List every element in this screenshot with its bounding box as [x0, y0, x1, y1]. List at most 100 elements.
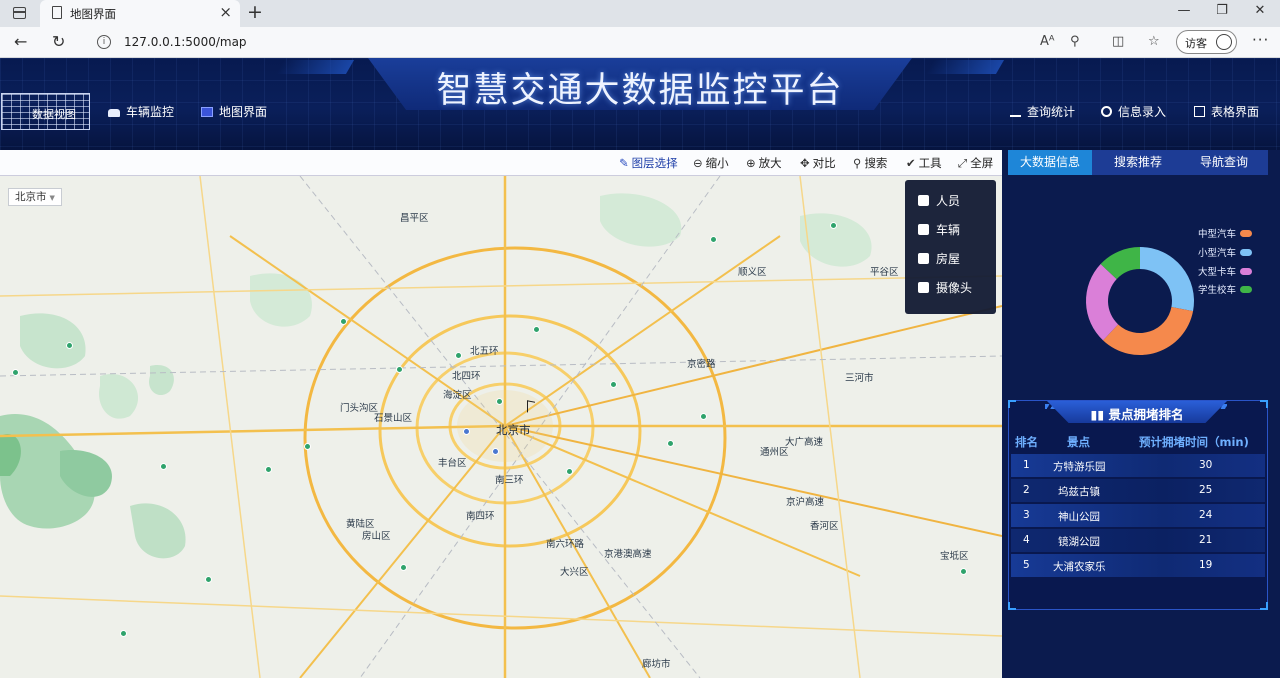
map-label: 三河市 [845, 373, 874, 384]
map-label: 昌平区 [400, 213, 429, 224]
poi-marker[interactable] [66, 342, 73, 349]
poi-marker[interactable] [455, 352, 462, 359]
map-label: 黄陆区 [346, 519, 375, 530]
column-header-rank: 排名 [1015, 435, 1038, 449]
browser-tab[interactable]: 地图界面 × [40, 0, 240, 27]
nav-info-entry[interactable]: 信息录入 [1101, 103, 1166, 120]
tab-big-data[interactable]: 大数据信息 [1008, 150, 1092, 175]
vehicle-type-chart: 中型汽车 小型汽车 大型卡车 学生校车 [1008, 180, 1274, 395]
split-screen-icon[interactable]: ◫ [1112, 34, 1124, 49]
profile-button[interactable]: 访客 [1176, 30, 1237, 54]
donut-slice-小型汽车[interactable] [1140, 247, 1194, 312]
zoom-icon[interactable]: ⚲ [1070, 34, 1080, 49]
poi-marker[interactable] [205, 576, 212, 583]
nav-map-view[interactable]: 地图界面 [201, 103, 267, 120]
minimize-icon[interactable]: — [1174, 3, 1194, 18]
rank-cell: 4 [1023, 534, 1030, 546]
close-tab-icon[interactable]: × [219, 3, 232, 21]
poi-marker[interactable] [960, 568, 967, 575]
corner-decoration [1008, 602, 1016, 610]
car-icon [108, 109, 120, 117]
checkbox[interactable] [918, 253, 929, 264]
zoom-out-icon: ⊖ [693, 156, 703, 170]
maximize-icon[interactable]: ❐ [1212, 3, 1232, 18]
more-icon[interactable]: ··· [1252, 31, 1269, 49]
wrench-icon: ✔ [906, 156, 916, 170]
layer-option-person[interactable]: 人员 [918, 192, 960, 208]
time-cell: 19 [1199, 559, 1213, 571]
table-row[interactable]: 2 坞兹古镇 25 [1011, 479, 1265, 502]
poi-marker[interactable] [400, 564, 407, 571]
address-bar[interactable]: i 127.0.0.1:5000/map [86, 30, 1026, 55]
poi-marker[interactable] [12, 369, 19, 376]
legend-item[interactable]: 学生校车 [1198, 282, 1253, 296]
tools-button[interactable]: ✔ 工具 [906, 155, 942, 171]
zoom-in-button[interactable]: ⊕ 放大 [746, 155, 782, 171]
checkbox[interactable] [918, 282, 929, 293]
map-canvas[interactable]: 北京市 ▼ 北京市 北五环 北四环 南三环 南四环 石景山区 丰台区 海淀区 昌平… [0, 176, 1002, 678]
legend-item[interactable]: 小型汽车 [1198, 245, 1253, 259]
ranking-title: ▮▮ 景点拥堵排名 [1090, 407, 1184, 422]
layer-select-button[interactable]: ✎ 图层选择 [619, 155, 678, 171]
legend-swatch [1240, 268, 1253, 275]
time-cell: 25 [1199, 484, 1213, 496]
poi-marker[interactable] [496, 398, 503, 405]
nav-query-stats[interactable]: 查询统计 [1010, 103, 1075, 120]
table-row[interactable]: 3 神山公园 24 [1011, 504, 1265, 527]
read-aloud-icon[interactable]: Aᴬ [1040, 34, 1055, 49]
poi-marker[interactable] [396, 366, 403, 373]
close-window-icon[interactable]: ✕ [1250, 3, 1270, 18]
tab-navigation-query[interactable]: 导航查询 [1182, 150, 1266, 175]
back-icon[interactable]: ← [14, 32, 27, 51]
tab-search-recommend[interactable]: 搜索推荐 [1096, 150, 1180, 175]
tab-actions-icon[interactable] [13, 7, 26, 19]
poi-marker[interactable] [304, 443, 311, 450]
time-cell: 30 [1199, 459, 1213, 471]
checkbox[interactable] [918, 224, 929, 235]
city-select[interactable]: 北京市 ▼ [8, 188, 62, 206]
map-label: 宝坻区 [940, 551, 969, 562]
logo[interactable]: 数据视图 [1, 93, 90, 130]
layer-option-vehicle[interactable]: 车辆 [918, 221, 960, 237]
new-tab-icon[interactable]: + [247, 1, 263, 23]
poi-marker[interactable] [492, 448, 499, 455]
nav-table-view[interactable]: 表格界面 [1194, 103, 1259, 120]
gear-icon [1101, 106, 1112, 117]
poi-marker[interactable] [610, 381, 617, 388]
app-header: 智慧交通大数据监控平台 数据视图 车辆监控 地图界面 查询统计 信息录入 表格界… [0, 58, 1280, 150]
poi-marker[interactable] [667, 440, 674, 447]
poi-marker[interactable] [463, 428, 470, 435]
legend-item[interactable]: 中型汽车 [1198, 226, 1253, 240]
nav-vehicle-monitor[interactable]: 车辆监控 [108, 103, 174, 120]
poi-marker[interactable] [566, 468, 573, 475]
poi-marker[interactable] [160, 463, 167, 470]
zoom-out-button[interactable]: ⊖ 缩小 [693, 155, 729, 171]
favorites-icon[interactable]: ☆ [1148, 34, 1160, 49]
checkbox[interactable] [918, 195, 929, 206]
search-button[interactable]: ⚲ 搜索 [853, 155, 887, 171]
title-wing-left [275, 60, 355, 74]
rank-cell: 1 [1023, 459, 1030, 471]
poi-marker[interactable] [120, 630, 127, 637]
poi-marker[interactable] [830, 222, 837, 229]
layer-option-camera[interactable]: 摄像头 [918, 279, 972, 295]
legend-item[interactable]: 大型卡车 [1198, 264, 1253, 278]
compare-button[interactable]: ✥ 对比 [800, 155, 836, 171]
poi-marker[interactable] [710, 236, 717, 243]
poi-marker[interactable] [340, 318, 347, 325]
layer-option-house[interactable]: 房屋 [918, 250, 960, 266]
poi-marker[interactable] [533, 326, 540, 333]
table-row[interactable]: 5 大浦农家乐 19 [1011, 554, 1265, 577]
poi-marker[interactable] [700, 413, 707, 420]
fullscreen-button[interactable]: ⤢ 全屏 [958, 155, 993, 171]
map-label: 南三环 [495, 475, 524, 486]
refresh-icon[interactable]: ↻ [52, 32, 65, 51]
column-header-spot: 景点 [1067, 435, 1090, 449]
donut-slice-中型汽车[interactable] [1103, 306, 1194, 355]
avatar-icon [1216, 34, 1232, 50]
table-row[interactable]: 4 镜湖公园 21 [1011, 529, 1265, 552]
map-label: 京密路 [687, 359, 716, 370]
site-info-icon[interactable]: i [97, 35, 111, 49]
poi-marker[interactable] [265, 466, 272, 473]
table-row[interactable]: 1 方特游乐园 30 [1011, 454, 1265, 477]
